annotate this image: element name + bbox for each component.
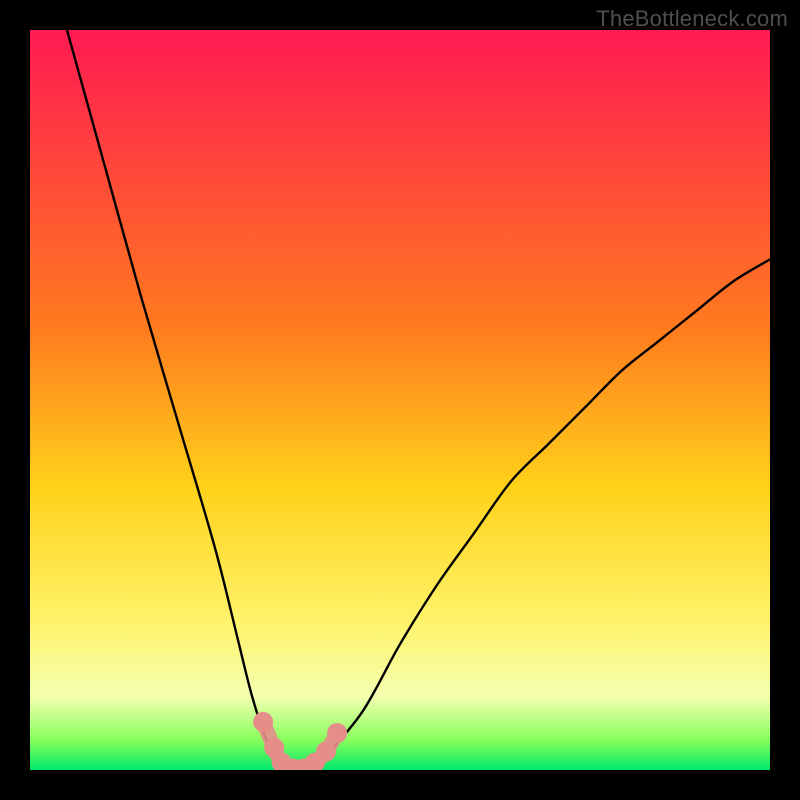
marker-dot	[316, 742, 336, 762]
chart-frame: TheBottleneck.com	[0, 0, 800, 800]
watermark-text: TheBottleneck.com	[596, 6, 788, 32]
plot-area	[30, 30, 770, 770]
marker-dot	[327, 723, 347, 743]
marker-dot	[253, 712, 273, 732]
bottleneck-chart	[30, 30, 770, 770]
gradient-background	[30, 30, 770, 770]
